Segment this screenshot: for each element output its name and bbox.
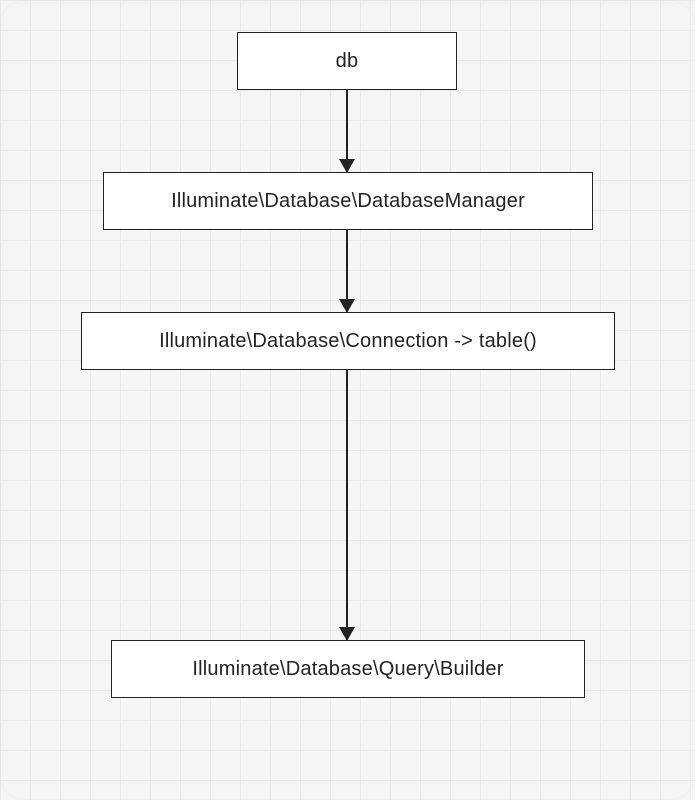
node-db: db (237, 32, 457, 90)
node-connection-table: Illuminate\Database\Connection -> table(… (81, 312, 615, 370)
node-label: Illuminate\Database\Connection -> table(… (159, 330, 537, 353)
arrow-3 (346, 370, 348, 640)
arrow-2 (346, 230, 348, 312)
arrow-1 (346, 90, 348, 172)
node-label: Illuminate\Database\Query\Builder (192, 658, 503, 681)
node-label: Illuminate\Database\DatabaseManager (171, 190, 525, 213)
diagram-canvas: db Illuminate\Database\DatabaseManager I… (0, 0, 695, 800)
node-database-manager: Illuminate\Database\DatabaseManager (103, 172, 593, 230)
node-label: db (336, 50, 359, 73)
node-query-builder: Illuminate\Database\Query\Builder (111, 640, 585, 698)
